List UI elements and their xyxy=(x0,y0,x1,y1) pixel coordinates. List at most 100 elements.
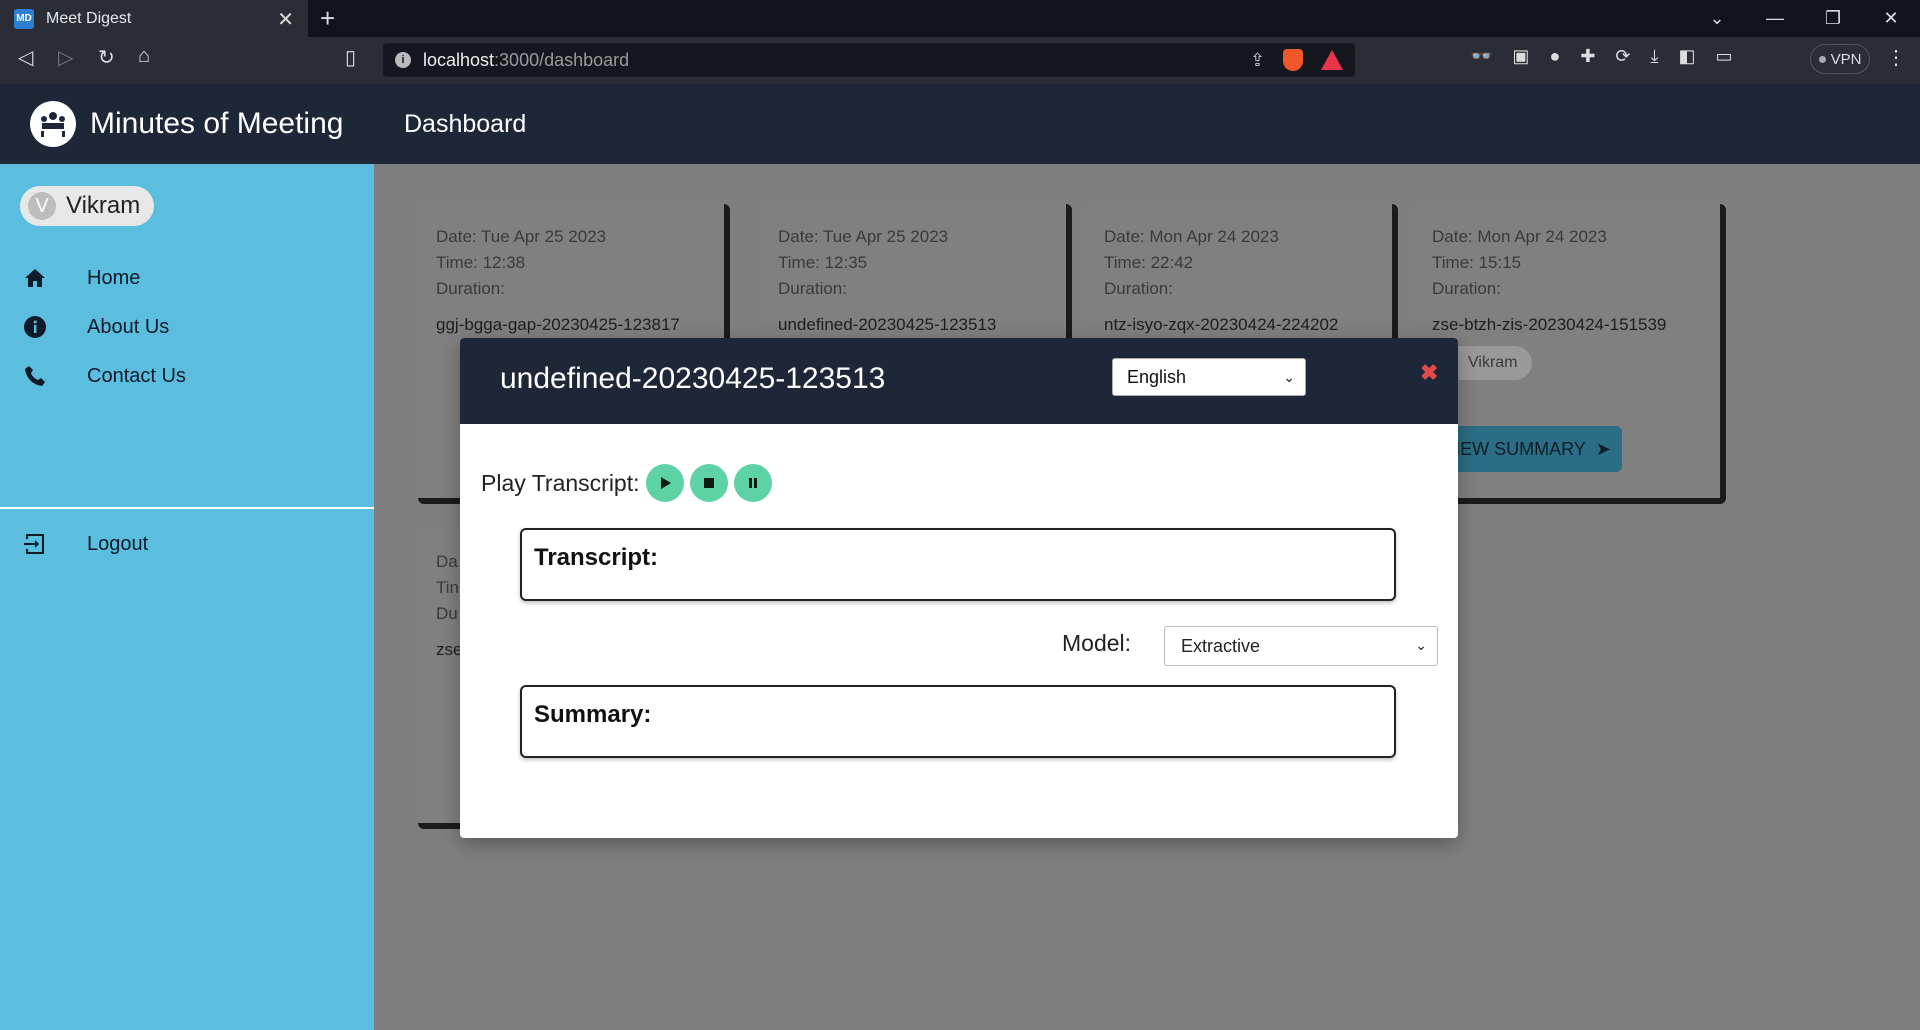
sidebar-item-about[interactable]: About Us xyxy=(22,309,169,345)
url-path: :3000/dashboard xyxy=(494,49,630,70)
card-date: Date: Mon Apr 24 2023 xyxy=(1104,227,1279,246)
new-tab-icon[interactable]: + xyxy=(320,3,335,34)
play-icon xyxy=(660,477,671,489)
card-time: Time: 12:35 xyxy=(778,253,868,272)
extensions-puzzle-icon[interactable]: ✚ xyxy=(1580,46,1595,67)
brave-rewards-icon[interactable] xyxy=(1321,50,1343,70)
site-info-icon[interactable]: i xyxy=(395,52,411,68)
brand-title: Minutes of Meeting xyxy=(90,107,344,140)
close-tab-icon[interactable]: ✕ xyxy=(277,7,294,32)
play-transcript-row: Play Transcript: xyxy=(481,464,772,502)
home-browser-icon[interactable]: ⌂ xyxy=(138,45,150,68)
card-date: Date: Tue Apr 25 2023 xyxy=(778,227,949,246)
pause-button[interactable] xyxy=(733,464,772,502)
view-summary-label: VIEW SUMMARY xyxy=(1443,439,1586,459)
phone-icon xyxy=(22,363,48,389)
minimize-icon[interactable]: — xyxy=(1746,0,1804,37)
model-value: Extractive xyxy=(1181,635,1261,656)
address-bar-actions: ⇪ xyxy=(1250,49,1343,71)
forward-icon[interactable]: ▷ xyxy=(58,45,73,70)
card-date: Date: Tue Apr 25 2023 xyxy=(436,227,607,246)
reload-icon[interactable]: ↻ xyxy=(98,45,115,70)
sidebar-item-label: Home xyxy=(87,266,141,289)
close-window-icon[interactable]: ✕ xyxy=(1862,0,1920,37)
page-title: Dashboard xyxy=(404,109,527,138)
window-controls: ⌄ — ❐ ✕ xyxy=(1688,0,1920,37)
browser-menu-icon[interactable]: ⋮ xyxy=(1886,45,1906,70)
tab-list-chevron-icon[interactable]: ⌄ xyxy=(1688,0,1746,37)
extension-glasses-icon[interactable]: 👓 xyxy=(1470,46,1492,67)
restore-icon[interactable]: ❐ xyxy=(1804,0,1862,37)
card-meeting-name: undefined-20230425-123513 xyxy=(778,315,997,334)
vpn-status-icon xyxy=(1818,55,1826,63)
user-chip[interactable]: V Vikram xyxy=(20,186,155,226)
sidebar-item-label: About Us xyxy=(87,315,170,338)
sync-icon[interactable]: ⟳ xyxy=(1615,46,1630,67)
extension-circle-icon[interactable]: ● xyxy=(1549,46,1560,67)
transcript-modal: undefined-20230425-123513 English ⌄ ✖ Pl… xyxy=(460,338,1458,838)
card-time: Time: 15:15 xyxy=(1432,253,1522,272)
modal-title: undefined-20230425-123513 xyxy=(500,362,886,395)
card-duration: Duration: xyxy=(778,279,847,298)
address-bar[interactable]: i localhost :3000/dashboard ⇪ xyxy=(383,43,1355,77)
brand-header: Minutes of Meeting xyxy=(0,84,374,164)
bookmark-icon[interactable]: ▯ xyxy=(345,45,356,70)
card-meeting-name: ntz-isyo-zqx-20230424-224202 xyxy=(1104,315,1339,334)
share-icon[interactable]: ⇪ xyxy=(1250,50,1265,71)
browser-tab[interactable]: MD Meet Digest ✕ xyxy=(0,0,308,37)
summary-box: Summary: xyxy=(520,685,1396,758)
card-time: Time: 22:42 xyxy=(1104,253,1194,272)
card-duration: Duration: xyxy=(436,279,505,298)
chevron-down-icon: ⌄ xyxy=(1283,369,1295,385)
transcript-label: Transcript: xyxy=(534,544,659,571)
transcript-box: Transcript: xyxy=(520,528,1396,601)
extensions-row: 👓 ▣ ● ✚ ⟳ ⤓ ◧ ▭ xyxy=(1470,46,1733,67)
wallet-icon[interactable]: ▭ xyxy=(1715,46,1732,67)
language-select[interactable]: English ⌄ xyxy=(1112,358,1306,396)
home-icon xyxy=(22,265,48,291)
play-button[interactable] xyxy=(645,464,684,502)
sidebar: V Vikram Home About Us Contact Us Logout xyxy=(0,164,374,1030)
meeting-logo-icon xyxy=(30,101,76,147)
info-icon xyxy=(22,314,48,340)
logout-icon xyxy=(22,531,48,557)
view-summary-button[interactable]: VIEW SUMMARY ➤ xyxy=(1432,426,1622,472)
model-select[interactable]: Extractive ⌄ xyxy=(1164,626,1438,666)
brave-shields-icon[interactable] xyxy=(1283,49,1303,71)
download-icon[interactable]: ⤓ xyxy=(1651,46,1659,67)
card-duration: Duration: xyxy=(1104,279,1173,298)
browser-toolbar: ◁ ▷ ↻ ⌂ ▯ i localhost :3000/dashboard ⇪ … xyxy=(0,37,1920,84)
user-name: Vikram xyxy=(66,192,141,219)
stop-button[interactable] xyxy=(689,464,728,502)
pause-icon xyxy=(748,478,757,488)
tab-title: Meet Digest xyxy=(46,9,132,27)
card-owner-name: Vikram xyxy=(1468,354,1518,371)
card-duration: Duration: xyxy=(1432,279,1501,298)
sidebar-item-home[interactable]: Home xyxy=(22,260,140,296)
url-host: localhost xyxy=(423,49,495,70)
summary-label: Summary: xyxy=(534,701,652,728)
card-meeting-name: zse-btzh-zis-20230424-151539 xyxy=(1432,315,1667,334)
extension-square-icon[interactable]: ▣ xyxy=(1512,46,1529,67)
card-date: Date: Mon Apr 24 2023 xyxy=(1432,227,1607,246)
sidebar-divider xyxy=(0,507,374,509)
vpn-button[interactable]: VPN xyxy=(1810,44,1870,74)
stop-icon xyxy=(703,478,714,488)
close-icon[interactable]: ✖ xyxy=(1420,360,1438,386)
chevron-down-icon: ⌄ xyxy=(1415,637,1427,653)
avatar: V xyxy=(28,192,56,220)
model-label: Model: xyxy=(1062,630,1132,656)
play-transcript-label: Play Transcript: xyxy=(481,469,640,496)
sidebar-item-logout[interactable]: Logout xyxy=(22,526,148,562)
sidebar-item-contact[interactable]: Contact Us xyxy=(22,358,186,394)
send-arrow-icon: ➤ xyxy=(1595,439,1611,459)
sidebar-item-label: Contact Us xyxy=(87,364,186,387)
sidebar-toggle-icon[interactable]: ◧ xyxy=(1678,46,1695,67)
favicon-icon: MD xyxy=(14,8,34,29)
modal-header: undefined-20230425-123513 English ⌄ ✖ xyxy=(460,338,1458,424)
vpn-label: VPN xyxy=(1830,50,1862,68)
card-meeting-name: ggj-bgga-gap-20230425-123817 xyxy=(436,315,680,334)
back-icon[interactable]: ◁ xyxy=(18,45,33,70)
language-value: English xyxy=(1127,366,1187,387)
top-bar: Dashboard xyxy=(374,84,1920,164)
